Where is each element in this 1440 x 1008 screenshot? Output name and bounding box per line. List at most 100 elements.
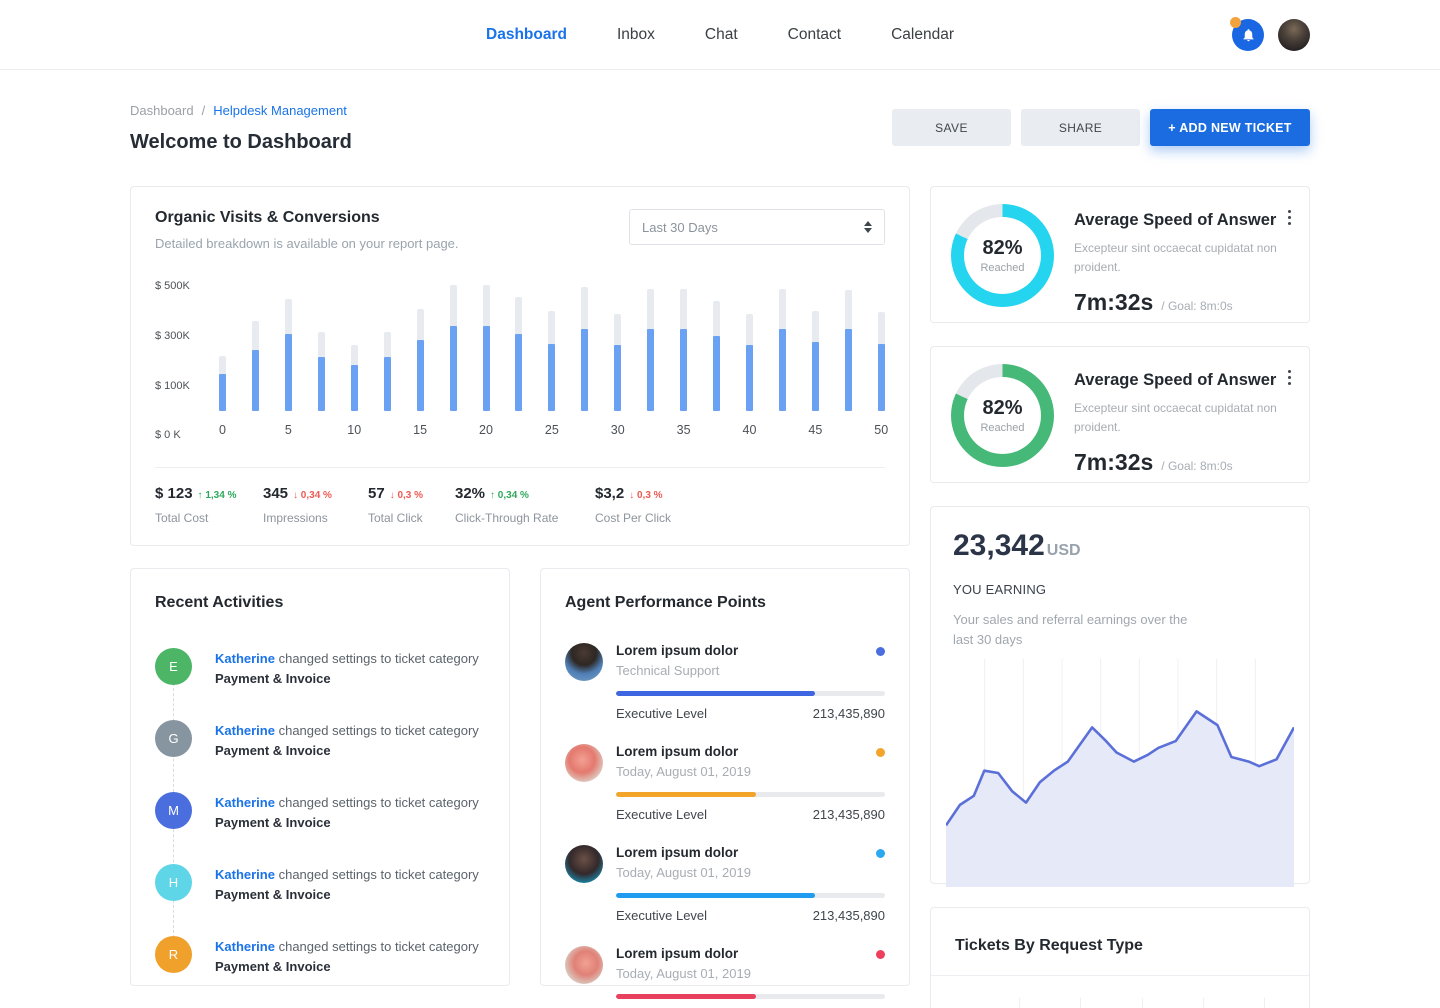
breadcrumb-separator: /	[202, 103, 206, 118]
bar	[285, 281, 292, 411]
activity-target: Payment & Invoice	[215, 743, 331, 758]
x-tick: 50	[878, 423, 885, 441]
breadcrumb-root[interactable]: Dashboard	[130, 103, 194, 118]
kpi-label: Total Click	[368, 511, 455, 525]
page-title: Welcome to Dashboard	[130, 131, 352, 154]
bar	[384, 281, 391, 411]
donut-percent: 82%	[982, 237, 1022, 260]
bar	[614, 281, 621, 411]
save-button[interactable]: SAVE	[892, 109, 1011, 146]
tickets-by-request-card: Tickets By Request Type	[930, 907, 1310, 1008]
notifications-button[interactable]	[1232, 19, 1264, 51]
kebab-menu-icon[interactable]	[1288, 370, 1291, 385]
kpi-label: Cost Per Click	[595, 511, 671, 525]
y-tick: $ 500K	[155, 280, 190, 292]
bar	[252, 281, 259, 411]
average-speed-card: 82% Reached Average Speed of Answer Exce…	[930, 186, 1310, 323]
activity-avatar: H	[155, 864, 192, 901]
x-tick: 10	[351, 423, 358, 441]
activity-item[interactable]: G Katherine changed settings to ticket c…	[155, 720, 485, 760]
activity-text: Katherine changed settings to ticket cat…	[215, 864, 479, 904]
activity-item[interactable]: H Katherine changed settings to ticket c…	[155, 864, 485, 904]
kebab-menu-icon[interactable]	[1288, 210, 1291, 225]
activity-action: changed settings to ticket category	[279, 723, 479, 738]
agent-points: 213,435,890	[813, 807, 885, 822]
agent-row[interactable]: Lorem ipsum dolor Today, August 01, 2019…	[565, 845, 885, 923]
kpi-stat: 32%↑ 0,34 % Click-Through Rate	[455, 485, 595, 525]
kpi-stats-row: $ 123↑ 1,34 % Total Cost 345↓ 0,34 % Imp…	[155, 467, 885, 545]
agent-avatar	[565, 744, 603, 782]
bar	[779, 281, 786, 411]
earnings-card: 23,342 USD YOU EARNING Your sales and re…	[930, 506, 1310, 884]
share-button[interactable]: SHARE	[1021, 109, 1140, 146]
activity-item[interactable]: M Katherine changed settings to ticket c…	[155, 792, 485, 832]
y-tick: $ 300K	[155, 330, 190, 342]
nav-item-calendar[interactable]: Calendar	[891, 26, 954, 44]
notification-badge	[1230, 17, 1241, 28]
kpi-label: Total Cost	[155, 511, 263, 525]
kpi-stat: $3,2↓ 0,3 % Cost Per Click	[595, 485, 671, 525]
speed-value: 7m:32s	[1074, 289, 1153, 316]
agent-performance-card: Agent Performance Points Lorem ipsum dol…	[540, 568, 910, 986]
activity-actor[interactable]: Katherine	[215, 651, 275, 666]
agent-name: Lorem ipsum dolor	[616, 744, 751, 759]
activity-item[interactable]: E Katherine changed settings to ticket c…	[155, 648, 485, 688]
nav-item-contact[interactable]: Contact	[788, 26, 841, 44]
add-new-ticket-button[interactable]: + ADD NEW TICKET	[1150, 109, 1310, 146]
breadcrumb-current[interactable]: Helpdesk Management	[213, 103, 347, 118]
kpi-delta: ↓ 0,3 %	[629, 490, 662, 501]
main-nav: Dashboard Inbox Chat Contact Calendar	[486, 0, 954, 70]
nav-item-dashboard[interactable]: Dashboard	[486, 26, 567, 44]
agent-row[interactable]: Lorem ipsum dolor Technical Support Exec…	[565, 643, 885, 721]
user-avatar[interactable]	[1278, 19, 1310, 51]
activity-item[interactable]: R Katherine changed settings to ticket c…	[155, 936, 485, 976]
agent-status-dot-icon	[876, 849, 885, 858]
activity-actor[interactable]: Katherine	[215, 867, 275, 882]
speed-value: 7m:32s	[1074, 449, 1153, 476]
activity-text: Katherine changed settings to ticket cat…	[215, 648, 479, 688]
agent-progress-fill	[616, 691, 815, 696]
speed-goal: / Goal: 8m:0s	[1161, 299, 1232, 313]
average-speed-card: 82% Reached Average Speed of Answer Exce…	[930, 346, 1310, 483]
date-range-value: Last 30 Days	[642, 220, 718, 235]
nav-item-chat[interactable]: Chat	[705, 26, 738, 44]
speed-goal: / Goal: 8m:0s	[1161, 459, 1232, 473]
x-tick: 30	[614, 423, 621, 441]
x-axis-ticks: 05101520253035404550	[219, 423, 885, 441]
kpi-stat: 345↓ 0,34 % Impressions	[263, 485, 368, 525]
speed-card-description: Excepteur sint occaecat cupidatat non pr…	[1074, 399, 1278, 436]
bar	[483, 281, 490, 411]
agent-name: Lorem ipsum dolor	[616, 845, 751, 860]
nav-item-inbox[interactable]: Inbox	[617, 26, 655, 44]
x-tick	[779, 423, 786, 441]
x-tick: 25	[548, 423, 555, 441]
donut-percent: 82%	[982, 397, 1022, 420]
agent-row[interactable]: Lorem ipsum dolor Today, August 01, 2019…	[565, 744, 885, 822]
agent-row[interactable]: Lorem ipsum dolor Today, August 01, 2019…	[565, 946, 885, 1008]
bar	[581, 281, 588, 411]
activity-actor[interactable]: Katherine	[215, 939, 275, 954]
x-tick: 0	[219, 423, 226, 441]
donut-gauge: 82% Reached	[951, 204, 1054, 307]
select-arrows-icon	[864, 221, 872, 233]
x-tick: 40	[746, 423, 753, 441]
agent-points: 213,435,890	[813, 908, 885, 923]
agent-status-dot-icon	[876, 748, 885, 757]
donut-caption: Reached	[980, 262, 1024, 274]
breadcrumb: Dashboard / Helpdesk Management	[130, 103, 352, 118]
x-tick	[384, 423, 391, 441]
activity-avatar: R	[155, 936, 192, 973]
date-range-select[interactable]: Last 30 Days	[629, 209, 885, 245]
bar	[417, 281, 424, 411]
agent-status-dot-icon	[876, 950, 885, 959]
x-tick	[713, 423, 720, 441]
activity-text: Katherine changed settings to ticket cat…	[215, 936, 479, 976]
organic-bar-chart: $ 500K$ 300K$ 100K$ 0 K	[219, 281, 885, 411]
kpi-delta: ↑ 0,34 %	[490, 490, 529, 501]
activity-action: changed settings to ticket category	[279, 795, 479, 810]
organic-visits-card: Organic Visits & Conversions Detailed br…	[130, 186, 910, 546]
activity-actor[interactable]: Katherine	[215, 795, 275, 810]
agent-progress-track	[616, 792, 885, 797]
activity-actor[interactable]: Katherine	[215, 723, 275, 738]
left-column: Organic Visits & Conversions Detailed br…	[130, 186, 910, 1008]
